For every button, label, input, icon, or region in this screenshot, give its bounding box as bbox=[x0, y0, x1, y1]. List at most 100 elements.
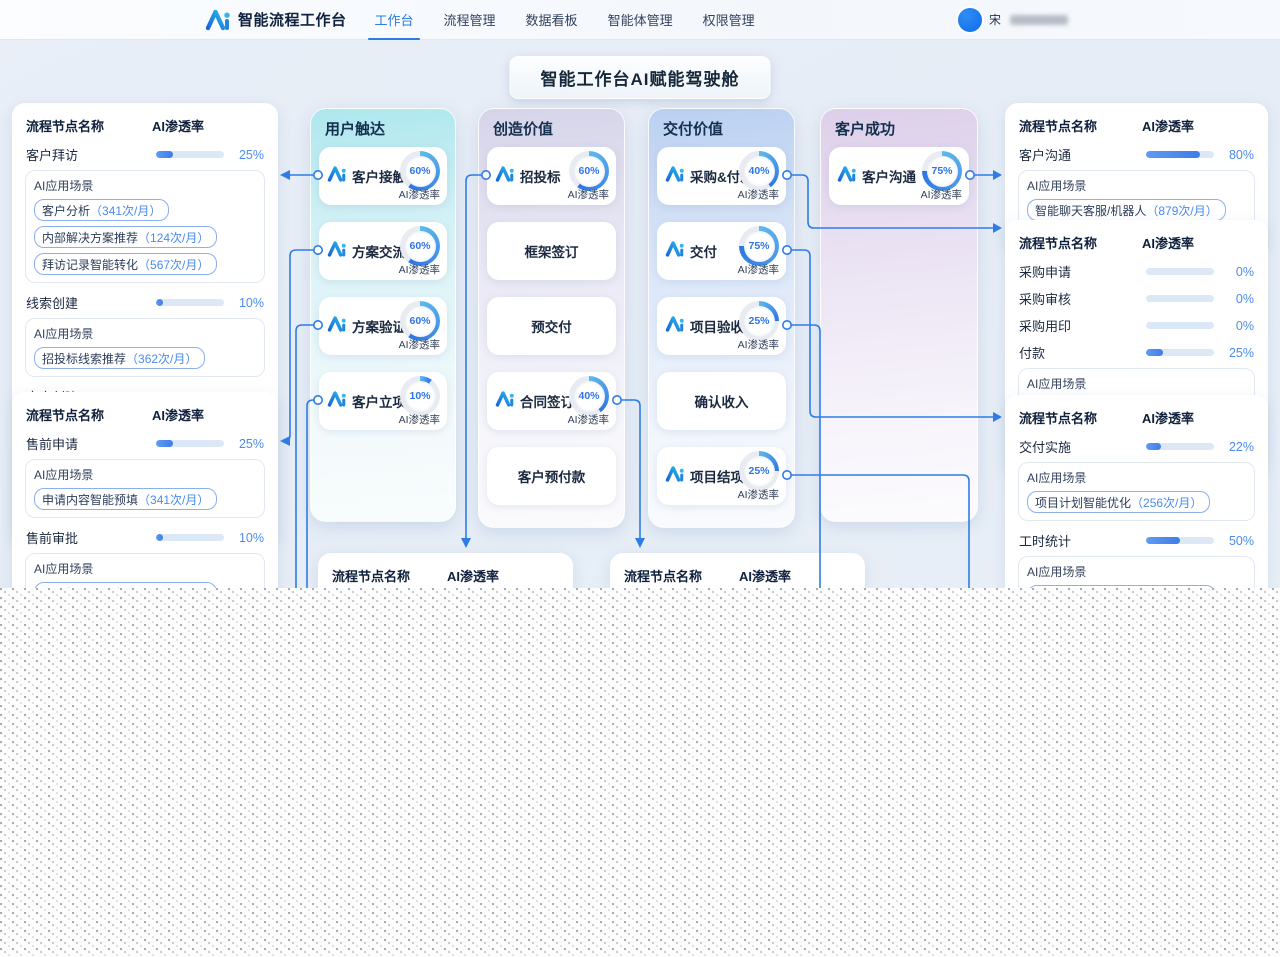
ai-penetration-donut-label: AI渗透率 bbox=[399, 412, 440, 427]
flow-node-card[interactable]: 项目结项25%AI渗透率 bbox=[657, 447, 786, 505]
user-name-redacted bbox=[1010, 15, 1068, 25]
user-name: 宋 bbox=[989, 11, 1001, 28]
ai-logo-icon bbox=[837, 165, 857, 183]
flow-node-label: 预交付 bbox=[531, 316, 572, 336]
ai-logo-icon bbox=[665, 315, 685, 333]
ai-logo-icon-wrap bbox=[665, 240, 685, 263]
ai-logo-icon-wrap bbox=[327, 165, 347, 188]
flow-column-title: 客户成功 bbox=[835, 117, 969, 139]
flow-column-title: 创造价值 bbox=[493, 117, 616, 139]
process-node-row: 采购审核0% bbox=[1019, 286, 1254, 311]
flow-node-label: 项目结项 bbox=[690, 466, 744, 486]
nav-item-智能体管理[interactable]: 智能体管理 bbox=[608, 0, 673, 40]
ai-rate-column-header: AI渗透率 bbox=[152, 116, 264, 135]
process-node-name: 客户拜访 bbox=[26, 145, 156, 164]
process-node-name: 采购审核 bbox=[1019, 289, 1146, 308]
process-node-name: 线索创建 bbox=[26, 293, 156, 312]
ai-logo-icon bbox=[665, 165, 685, 183]
flow-node-card[interactable]: 项目验收25%AI渗透率 bbox=[657, 297, 786, 355]
flow-node-card[interactable]: 方案交流60%AI渗透率 bbox=[319, 222, 447, 280]
flow-node-card[interactable]: 方案验证60%AI渗透率 bbox=[319, 297, 447, 355]
flow-node-label: 客户沟通 bbox=[862, 166, 916, 186]
nav-item-权限管理[interactable]: 权限管理 bbox=[703, 0, 755, 40]
flow-column-cards: 采购&付款40%AI渗透率交付75%AI渗透率项目验收25%AI渗透率确认收入项… bbox=[657, 147, 786, 505]
process-node-name: 售前申请 bbox=[26, 434, 156, 453]
ai-logo-icon bbox=[327, 240, 347, 258]
ai-penetration-value: 10% bbox=[224, 296, 264, 310]
ai-logo-icon-wrap bbox=[665, 165, 685, 188]
ai-logo-icon-wrap bbox=[327, 315, 347, 338]
flow-column-cards: 客户沟通 75%AI渗透率 bbox=[829, 147, 969, 205]
process-node-row: 采购用印0% bbox=[1019, 313, 1254, 338]
ai-penetration-donut: 75% bbox=[739, 226, 779, 266]
app-title: 智能流程工作台 bbox=[238, 9, 347, 30]
user-avatar[interactable] bbox=[958, 8, 982, 32]
nav-item-工作台[interactable]: 工作台 bbox=[375, 0, 414, 40]
nav-item-数据看板[interactable]: 数据看板 bbox=[526, 0, 578, 40]
flow-node-label: 客户接触 bbox=[352, 166, 406, 186]
unrendered-dither-region bbox=[0, 588, 1280, 957]
process-node-row: 客户沟通80% bbox=[1019, 142, 1254, 167]
flow-node-card[interactable]: 客户预付款 bbox=[487, 447, 616, 505]
process-node-row: 售前审批10% bbox=[26, 525, 264, 550]
node-name-column-header: 流程节点名称 bbox=[1019, 233, 1142, 252]
process-node-row: 交付实施22% bbox=[1019, 434, 1254, 459]
ai-scenario-tag: 项目计划智能优化（256次/月） bbox=[1027, 491, 1210, 513]
ai-penetration-value: 25% bbox=[224, 437, 264, 451]
ai-penetration-donut-label: AI渗透率 bbox=[738, 187, 779, 202]
ai-penetration-bar bbox=[1146, 295, 1214, 302]
ai-scenario-box: AI应用场景客户分析（341次/月）内部解决方案推荐（124次/月）拜访记录智能… bbox=[25, 170, 265, 283]
ai-scenario-tags: 项目计划智能优化（256次/月） bbox=[1027, 491, 1246, 513]
ai-penetration-donut: 60% bbox=[400, 301, 440, 341]
ai-penetration-value: 0% bbox=[1214, 319, 1254, 333]
ai-penetration-value: 50% bbox=[1214, 534, 1254, 548]
ai-penetration-donut: 60% bbox=[569, 151, 609, 191]
panel-header: 流程节点名称AI渗透率 bbox=[624, 566, 851, 585]
panel-header: 流程节点名称AI渗透率 bbox=[26, 405, 264, 424]
flow-column-title: 用户触达 bbox=[325, 117, 447, 139]
process-node-name: 付款 bbox=[1019, 343, 1146, 362]
ai-penetration-donut-label: AI渗透率 bbox=[399, 337, 440, 352]
ai-logo-icon bbox=[665, 240, 685, 258]
ai-logo-icon-wrap bbox=[665, 315, 685, 338]
process-node-name: 采购申请 bbox=[1019, 262, 1146, 281]
nav-item-流程管理[interactable]: 流程管理 bbox=[444, 0, 496, 40]
ai-scenario-tags: 智能聊天客服/机器人（879次/月） bbox=[1027, 199, 1246, 221]
ai-scenario-tag: 招投标线索推荐（362次/月） bbox=[34, 347, 205, 369]
node-name-column-header: 流程节点名称 bbox=[624, 566, 739, 585]
ai-penetration-bar-fill bbox=[1146, 537, 1180, 544]
flow-node-card[interactable]: 框架签订 bbox=[487, 222, 616, 280]
panel-header: 流程节点名称AI渗透率 bbox=[1019, 116, 1254, 135]
ai-penetration-bar-fill bbox=[1146, 443, 1161, 450]
top-navbar: 智能流程工作台 工作台流程管理数据看板智能体管理权限管理 宋 bbox=[0, 0, 1280, 40]
ai-logo-icon-wrap bbox=[327, 240, 347, 263]
ai-logo-icon-wrap bbox=[327, 390, 347, 413]
flow-node-card[interactable]: 招投标 60%AI渗透率 bbox=[487, 147, 616, 205]
ai-penetration-donut-label: AI渗透率 bbox=[921, 187, 962, 202]
flow-column-user-reach: 用户触达客户接触60%AI渗透率方案交流60%AI渗透率方案验证60%AI渗透率… bbox=[310, 108, 456, 522]
flow-node-card[interactable]: 确认收入 bbox=[657, 372, 786, 430]
flow-node-card[interactable]: 采购&付款40%AI渗透率 bbox=[657, 147, 786, 205]
user-menu[interactable]: 宋 bbox=[958, 8, 1068, 32]
ai-rate-column-header: AI渗透率 bbox=[152, 405, 264, 424]
ai-logo-icon bbox=[327, 315, 347, 333]
ai-scenario-label: AI应用场景 bbox=[1027, 563, 1246, 580]
flow-node-card[interactable]: 合同签订40%AI渗透率 bbox=[487, 372, 616, 430]
ai-penetration-bar-fill bbox=[156, 534, 163, 541]
flow-node-card[interactable]: 交付75%AI渗透率 bbox=[657, 222, 786, 280]
flow-node-label: 项目验收 bbox=[690, 316, 744, 336]
flow-column-title: 交付价值 bbox=[663, 117, 786, 139]
flow-node-card[interactable]: 客户接触60%AI渗透率 bbox=[319, 147, 447, 205]
ai-penetration-donut-label: AI渗透率 bbox=[399, 187, 440, 202]
main-nav: 工作台流程管理数据看板智能体管理权限管理 bbox=[375, 0, 755, 40]
flow-node-card[interactable]: 客户沟通 75%AI渗透率 bbox=[829, 147, 969, 205]
ai-penetration-donut: 75% bbox=[922, 151, 962, 191]
ai-penetration-donut: 10% bbox=[400, 376, 440, 416]
ai-penetration-donut-label: AI渗透率 bbox=[568, 187, 609, 202]
flow-node-card[interactable]: 客户立项10%AI渗透率 bbox=[319, 372, 447, 430]
flow-node-label: 确认收入 bbox=[695, 391, 749, 411]
flow-node-card[interactable]: 预交付 bbox=[487, 297, 616, 355]
flow-node-label: 招投标 bbox=[520, 166, 561, 186]
ai-penetration-bar-fill bbox=[1146, 151, 1200, 158]
process-node-row: 售前申请 25% bbox=[26, 431, 264, 456]
